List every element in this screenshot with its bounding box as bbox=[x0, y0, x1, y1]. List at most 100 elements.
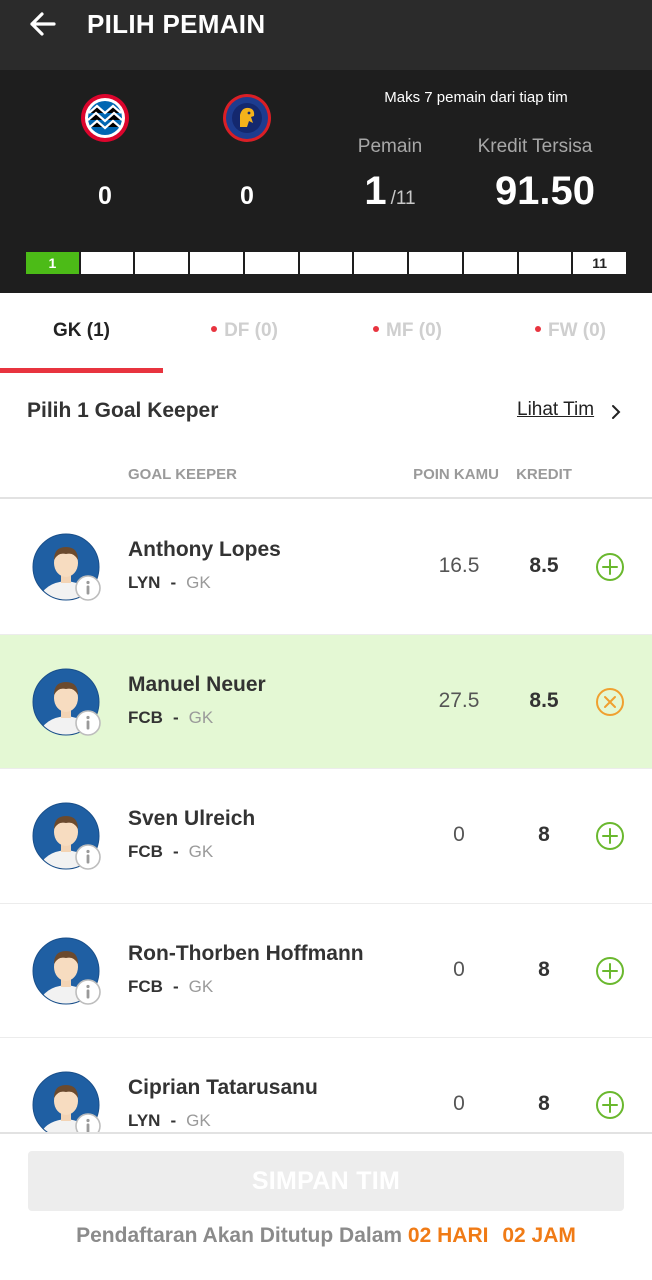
player-points: 0 bbox=[453, 1092, 465, 1115]
info-icon[interactable] bbox=[74, 574, 102, 602]
player-credit: 8 bbox=[538, 957, 550, 981]
tab-gk[interactable]: GK (1) bbox=[0, 293, 163, 373]
tab-mf[interactable]: MF (0) bbox=[326, 293, 489, 373]
player-position: GK bbox=[188, 976, 214, 996]
player-credit: 8 bbox=[538, 823, 550, 846]
player-name: Ron-Thorben Hoffmann bbox=[128, 941, 364, 965]
player-meta-separator: - bbox=[172, 976, 179, 996]
view-team-link[interactable]: Lihat Tim bbox=[517, 399, 594, 421]
player-row[interactable]: Manuel Neuer FCB - GK 27.5 8.5 bbox=[0, 634, 652, 769]
add-player-icon[interactable] bbox=[595, 956, 625, 986]
player-meta-separator: - bbox=[170, 573, 177, 592]
player-meta-separator: - bbox=[172, 707, 179, 727]
progress-segment bbox=[463, 252, 517, 274]
section-header: Pilih 1 Goal Keeper Lihat Tim bbox=[0, 373, 652, 448]
progress-segment bbox=[354, 252, 408, 274]
team2-player-count: 0 bbox=[240, 182, 254, 210]
position-tabs: GK (1) DF (0) MF (0) FW (0) bbox=[0, 293, 652, 373]
player-list[interactable]: Anthony Lopes LYN - GK 16.5 8.5 Manuel Neuer FC… bbox=[0, 500, 652, 1132]
column-position: GOAL KEEPER bbox=[128, 466, 237, 483]
add-player-icon[interactable] bbox=[595, 552, 625, 582]
deadline-hours-value: 02 bbox=[502, 1224, 526, 1247]
chevron-right-icon[interactable] bbox=[608, 403, 624, 421]
player-row[interactable]: Anthony Lopes LYN - GK 16.5 8.5 bbox=[0, 500, 652, 635]
players-selected-value: 1/11 bbox=[340, 169, 440, 214]
page-title: PILIH PEMAIN bbox=[87, 9, 266, 39]
tab-fw[interactable]: FW (0) bbox=[489, 293, 652, 373]
player-position: GK bbox=[186, 573, 211, 592]
save-team-button[interactable]: SIMPAN TIM bbox=[28, 1151, 624, 1211]
player-points: 0 bbox=[453, 957, 465, 981]
player-meta-separator: - bbox=[172, 842, 179, 861]
info-icon[interactable] bbox=[74, 709, 102, 737]
player-meta: FCB - GK bbox=[128, 708, 213, 728]
tab-indicator-dot bbox=[534, 326, 541, 332]
player-team: LYN bbox=[128, 1111, 161, 1130]
section-title: Pilih 1 Goal Keeper bbox=[27, 399, 219, 422]
player-meta-separator: - bbox=[170, 1111, 177, 1130]
player-meta: FCB - GK bbox=[128, 842, 213, 862]
add-player-icon[interactable] bbox=[595, 821, 625, 851]
tab-df[interactable]: DF (0) bbox=[163, 293, 326, 373]
player-meta: LYN - GK bbox=[128, 573, 211, 593]
players-total: /11 bbox=[390, 188, 416, 209]
tab-label: MF (0) bbox=[386, 320, 442, 341]
column-points: POIN KAMU bbox=[413, 466, 499, 483]
deadline-days-value: 02 bbox=[407, 1224, 432, 1247]
top-bar: PILIH PEMAIN bbox=[0, 0, 652, 70]
footer: SIMPAN TIM Pendaftaran Akan Ditutup Dala… bbox=[0, 1132, 652, 1280]
olympique-lyonnais-logo bbox=[223, 94, 271, 142]
player-name: Ciprian Tatarusanu bbox=[128, 1076, 318, 1099]
progress-segment bbox=[190, 252, 243, 274]
team-summary-panel: 0 0 Maks 7 pemain dari tiap tim Pemain K… bbox=[0, 70, 652, 293]
progress-segment bbox=[80, 252, 134, 274]
arrow-left-icon[interactable] bbox=[24, 8, 64, 40]
player-credit: 8 bbox=[538, 1092, 550, 1115]
info-icon[interactable] bbox=[74, 978, 102, 1006]
progress-segment: 1 bbox=[26, 252, 79, 274]
players-label: Pemain bbox=[357, 136, 423, 157]
add-player-icon[interactable] bbox=[595, 1090, 625, 1120]
players-selected-count: 1 bbox=[364, 169, 387, 213]
bayern-munich-logo bbox=[81, 94, 129, 142]
registration-deadline: Pendaftaran Akan Ditutup Dalam 02 HARI 0… bbox=[0, 1224, 652, 1248]
info-icon[interactable] bbox=[74, 1112, 102, 1132]
remove-player-icon[interactable] bbox=[595, 687, 625, 717]
tab-label: DF (0) bbox=[224, 320, 278, 341]
player-points: 0 bbox=[453, 823, 465, 846]
tab-label: FW (0) bbox=[547, 320, 607, 341]
progress-segment bbox=[518, 252, 572, 274]
squad-progress-bar: 1 11 bbox=[26, 252, 627, 274]
tab-indicator-dot bbox=[211, 326, 218, 332]
player-position: GK bbox=[188, 707, 214, 727]
credit-remaining-value: 91.50 bbox=[494, 169, 596, 213]
max-players-note: Maks 7 pemain dari tiap tim bbox=[384, 89, 568, 106]
info-icon[interactable] bbox=[74, 843, 102, 871]
player-team: FCB bbox=[128, 842, 163, 861]
player-row[interactable]: Ciprian Tatarusanu LYN - GK 0 8 bbox=[0, 1038, 652, 1132]
player-team: FCB bbox=[128, 707, 163, 727]
deadline-hours-unit: JAM bbox=[531, 1224, 576, 1247]
deadline-days-unit: HARI bbox=[437, 1224, 489, 1247]
player-points: 16.5 bbox=[438, 554, 480, 577]
player-row[interactable]: Ron-Thorben Hoffmann FCB - GK 0 8 bbox=[0, 903, 652, 1038]
player-meta: LYN - GK bbox=[128, 1111, 211, 1131]
player-name: Manuel Neuer bbox=[128, 672, 266, 696]
team1-player-count: 0 bbox=[98, 182, 112, 210]
player-list-header: GOAL KEEPER POIN KAMU KREDIT bbox=[0, 452, 652, 499]
player-team: LYN bbox=[128, 573, 161, 592]
player-position: GK bbox=[186, 1111, 211, 1130]
player-name: Anthony Lopes bbox=[128, 538, 281, 561]
progress-segment bbox=[299, 252, 353, 274]
player-team: FCB bbox=[128, 976, 163, 996]
column-credit: KREDIT bbox=[516, 466, 572, 483]
tab-indicator-dot bbox=[373, 326, 380, 332]
progress-segment bbox=[244, 252, 298, 274]
credit-label: Kredit Tersisa bbox=[477, 136, 593, 157]
progress-segment bbox=[409, 252, 462, 274]
player-row[interactable]: Sven Ulreich FCB - GK 0 8 bbox=[0, 769, 652, 904]
player-meta: FCB - GK bbox=[128, 977, 213, 997]
deadline-prefix: Pendaftaran Akan Ditutup Dalam bbox=[76, 1224, 403, 1247]
tab-label: GK (1) bbox=[53, 320, 110, 341]
progress-segment bbox=[135, 252, 189, 274]
